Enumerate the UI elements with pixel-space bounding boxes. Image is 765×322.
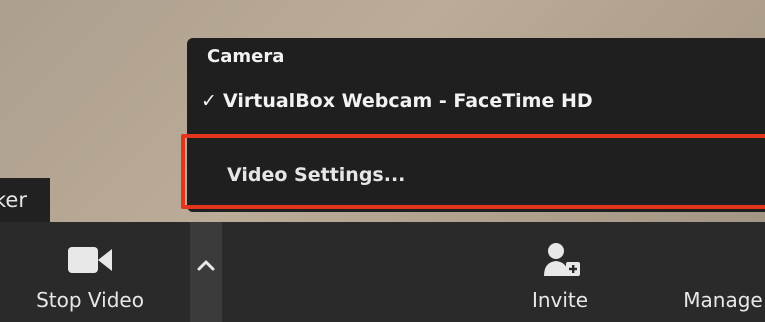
participant-name: ker [0, 188, 27, 212]
camera-option-label: VirtualBox Webcam - FaceTime HD [223, 90, 593, 112]
stop-video-label: Stop Video [36, 288, 144, 312]
camera-menu-header: Camera [207, 46, 285, 67]
checkmark-icon: ✓ [201, 90, 217, 112]
camera-menu: Camera ✓ VirtualBox Webcam - FaceTime HD… [181, 38, 765, 212]
manage-label: Manage [683, 288, 763, 312]
stop-video-button[interactable]: Stop Video [25, 222, 155, 322]
camera-option-virtualbox[interactable]: ✓ VirtualBox Webcam - FaceTime HD [201, 84, 761, 118]
invite-button[interactable]: Invite [520, 222, 600, 322]
invite-label: Invite [531, 288, 589, 312]
participant-name-tag: ker [0, 178, 50, 222]
video-settings-label: Video Settings... [227, 164, 406, 186]
video-camera-icon [68, 247, 112, 273]
add-person-icon [544, 243, 580, 276]
video-settings-menu-item[interactable]: Video Settings... [181, 134, 765, 209]
chevron-up-icon [197, 260, 215, 271]
video-options-caret-button[interactable] [190, 222, 222, 322]
manage-participants-button[interactable]: Manage [668, 222, 765, 322]
meeting-toolbar: Stop Video Invite Manage [0, 222, 765, 322]
